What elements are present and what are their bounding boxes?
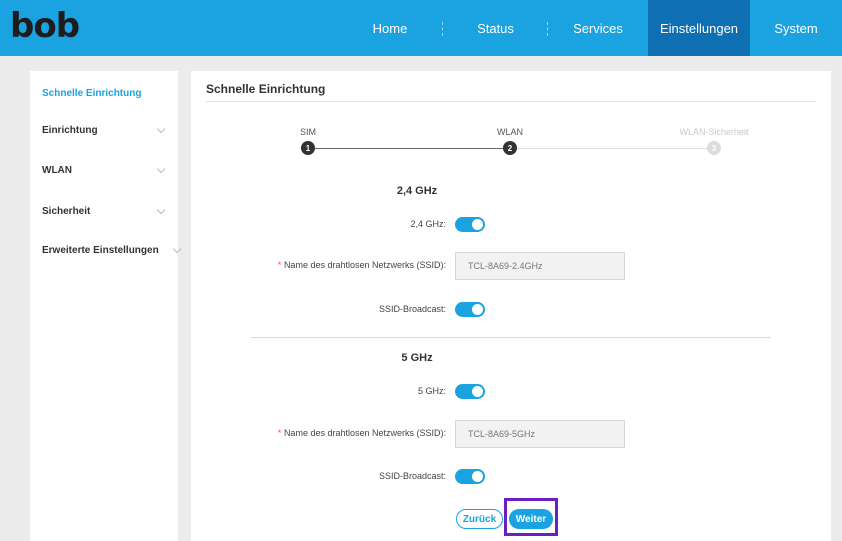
- broadcast-label-5ghz: SSID-Broadcast:: [378, 471, 446, 481]
- ssid-input-5ghz[interactable]: TCL-8A69-5GHz: [455, 420, 625, 448]
- nav-einstellungen[interactable]: Einstellungen: [648, 0, 750, 56]
- sidebar-item-label: Sicherheit: [42, 206, 91, 217]
- highlight-box: [504, 498, 558, 536]
- ssid-label-text: Name des drahtlosen Netzwerks (SSID):: [283, 428, 446, 438]
- main-nav: Home Status Services Einstellungen Syste…: [337, 0, 842, 56]
- toggle-label-24ghz: 2,4 GHz:: [410, 219, 446, 229]
- page-title: Schnelle Einrichtung: [206, 82, 326, 96]
- section-divider: [251, 337, 771, 338]
- nav-home[interactable]: Home: [337, 0, 443, 56]
- sidebar-item-wlan[interactable]: WLAN: [42, 164, 172, 176]
- section-title-5ghz: 5 GHz: [401, 352, 433, 364]
- chevron-down-icon: [156, 205, 166, 215]
- nav-services[interactable]: Services: [548, 0, 648, 56]
- section-title-24ghz: 2,4 GHz: [396, 185, 438, 197]
- step-dot-2: 2: [503, 141, 517, 155]
- sidebar: Schnelle Einrichtung Einrichtung WLAN Si…: [30, 71, 182, 541]
- sidebar-item-label: Erweiterte Einstellungen: [42, 245, 159, 256]
- toggle-label-5ghz: 5 GHz:: [417, 386, 446, 396]
- chevron-down-icon: [172, 244, 182, 254]
- ssid-label-5ghz: * Name des drahtlosen Netzwerks (SSID):: [278, 428, 446, 438]
- back-button[interactable]: Zurück: [456, 509, 503, 529]
- ssid-label-24ghz: * Name des drahtlosen Netzwerks (SSID):: [278, 260, 446, 270]
- toggle-ssid-broadcast-24ghz[interactable]: [455, 302, 485, 317]
- toggle-24ghz[interactable]: [455, 217, 485, 232]
- step-dot-3: 3: [707, 141, 721, 155]
- chevron-down-icon: [156, 164, 166, 174]
- sidebar-item-label: Einrichtung: [42, 125, 98, 136]
- main-panel: Schnelle Einrichtung SIM WLAN WLAN-Siche…: [191, 71, 831, 541]
- step-label-wlan: WLAN: [496, 127, 524, 137]
- ssid-input-24ghz[interactable]: TCL-8A69-2.4GHz: [455, 252, 625, 280]
- sidebar-item-label: Schnelle Einrichtung: [42, 88, 142, 99]
- step-connector: [510, 148, 714, 149]
- sidebar-item-erweiterte-einstellungen[interactable]: Erweiterte Einstellungen: [42, 244, 182, 256]
- sidebar-item-label: WLAN: [42, 165, 72, 176]
- toggle-5ghz[interactable]: [455, 384, 485, 399]
- sidebar-item-einrichtung[interactable]: Einrichtung: [42, 124, 172, 136]
- title-divider: [206, 101, 816, 102]
- bob-logo[interactable]: bob: [10, 6, 80, 46]
- nav-system[interactable]: System: [750, 0, 842, 56]
- ssid-label-text: Name des drahtlosen Netzwerks (SSID):: [283, 260, 446, 270]
- chevron-down-icon: [156, 124, 166, 134]
- toggle-ssid-broadcast-5ghz[interactable]: [455, 469, 485, 484]
- step-label-sim: SIM: [299, 127, 317, 137]
- step-label-wlan-sicherheit: WLAN-Sicherheit: [679, 127, 749, 137]
- broadcast-label-24ghz: SSID-Broadcast:: [378, 304, 446, 314]
- sidebar-item-schnelle-einrichtung[interactable]: Schnelle Einrichtung: [42, 88, 172, 99]
- nav-status[interactable]: Status: [443, 0, 548, 56]
- required-mark: *: [277, 428, 282, 438]
- required-mark: *: [277, 260, 282, 270]
- step-connector: [308, 148, 510, 149]
- sidebar-item-sicherheit[interactable]: Sicherheit: [42, 205, 172, 217]
- step-dot-1: 1: [301, 141, 315, 155]
- top-header: bob Home Status Services Einstellungen S…: [0, 0, 842, 56]
